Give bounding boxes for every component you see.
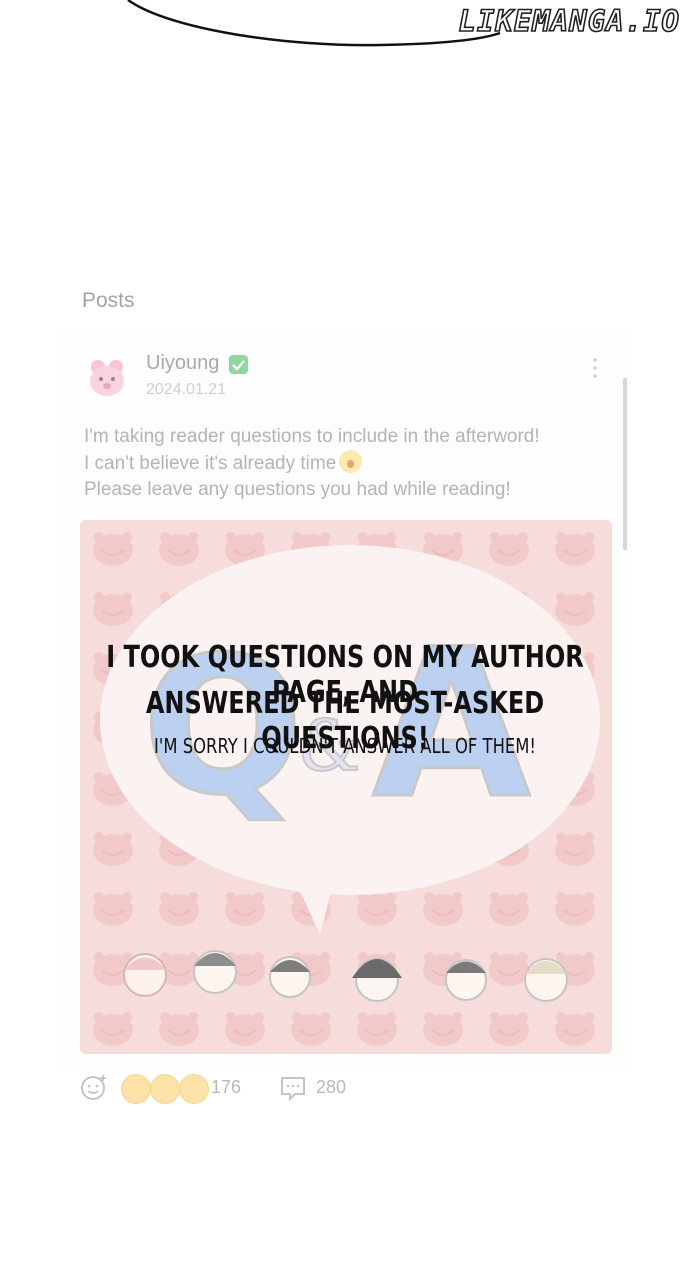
- more-vertical-icon[interactable]: [588, 355, 602, 381]
- caption-line-3: I'm sorry I couldn't answer all of them!: [154, 734, 536, 758]
- reaction-bar: 176 280: [80, 1068, 380, 1104]
- watermark: LIKEMANGA.IO: [458, 3, 680, 39]
- post-body-line: I can't believe it's already time: [84, 453, 337, 474]
- post-date: 2024.01.21: [146, 381, 227, 398]
- posts-section-title: Posts: [82, 289, 135, 312]
- heart-eyes-emoji-icon: [121, 1074, 151, 1104]
- author-avatar[interactable]: [85, 356, 129, 400]
- post-body-line: Please leave any questions you had while…: [84, 479, 511, 500]
- post-body: I'm taking reader questions to include i…: [84, 424, 540, 503]
- reaction-count: 176: [211, 1077, 242, 1097]
- comment-bubble-icon[interactable]: [279, 1074, 307, 1102]
- comment-count: 280: [316, 1077, 347, 1097]
- verified-badge-icon: [229, 355, 248, 374]
- qa-post-image[interactable]: Q & A: [80, 520, 612, 1054]
- post-body-line: I'm taking reader questions to include i…: [84, 426, 540, 447]
- post-author-name[interactable]: Uiyoung: [146, 352, 219, 375]
- grinning-emoji-icon: [150, 1074, 180, 1104]
- reaction-emojis[interactable]: [121, 1074, 209, 1104]
- laughing-emoji-icon: [179, 1074, 209, 1104]
- surprised-emoji-icon: [339, 450, 363, 473]
- scrollbar[interactable]: [623, 378, 627, 550]
- smiley-plus-icon[interactable]: [80, 1073, 108, 1101]
- post-body-line-with-emoji: I can't believe it's already time: [84, 450, 540, 477]
